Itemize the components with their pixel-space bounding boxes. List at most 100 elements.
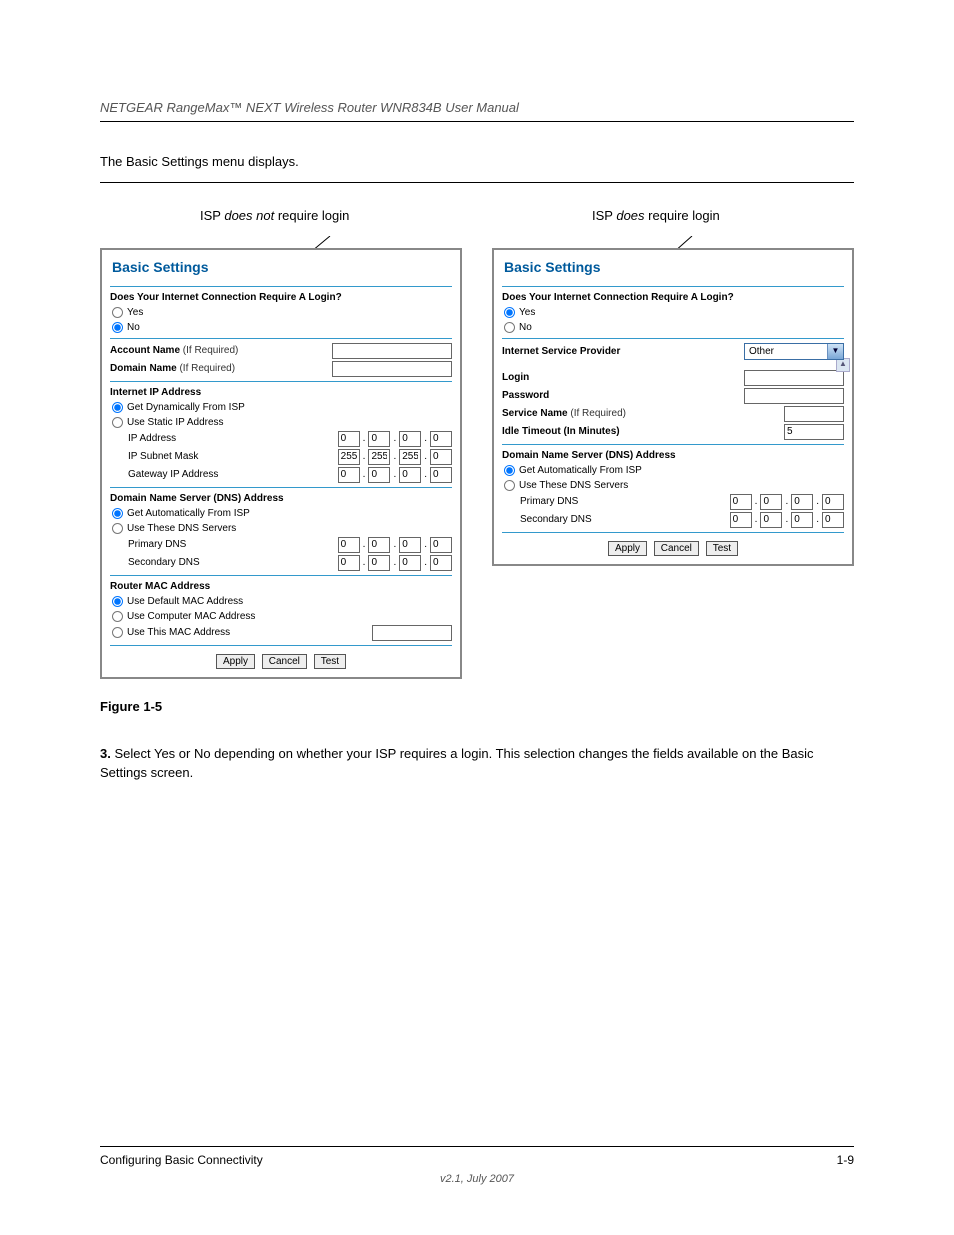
dns-auto-label: Get Automatically From ISP bbox=[127, 507, 250, 520]
pdns-oct2[interactable] bbox=[760, 494, 782, 510]
apply-button[interactable]: Apply bbox=[216, 654, 255, 669]
if-required-note: (If Required) bbox=[177, 363, 235, 374]
sdns-oct3[interactable] bbox=[791, 512, 813, 528]
pdns-oct3[interactable] bbox=[399, 537, 421, 553]
secondary-dns-label: Secondary DNS bbox=[520, 513, 730, 526]
step-3-text: 3. Select Yes or No depending on whether… bbox=[100, 744, 854, 783]
apply-button[interactable]: Apply bbox=[608, 541, 647, 556]
login-no-radio[interactable] bbox=[504, 322, 515, 333]
dns-manual-label: Use These DNS Servers bbox=[519, 479, 628, 492]
domain-name-label: Domain Name bbox=[110, 363, 177, 374]
dns-manual-radio[interactable] bbox=[112, 523, 123, 534]
footer-version: v2.1, July 2007 bbox=[100, 1173, 854, 1185]
idle-timeout-label: Idle Timeout (In Minutes) bbox=[502, 426, 620, 437]
footer-section-title: Configuring Basic Connectivity bbox=[100, 1153, 263, 1167]
mac-heading: Router MAC Address bbox=[110, 580, 452, 593]
cancel-button[interactable]: Cancel bbox=[262, 654, 307, 669]
mac-this-radio[interactable] bbox=[112, 627, 123, 638]
pdns-oct4[interactable] bbox=[430, 537, 452, 553]
login-question: Does Your Internet Connection Require A … bbox=[502, 291, 844, 304]
chevron-down-icon: ▼ bbox=[827, 344, 843, 359]
gw-oct2[interactable] bbox=[368, 467, 390, 483]
dns-heading: Domain Name Server (DNS) Address bbox=[110, 492, 452, 505]
panel-title: Basic Settings bbox=[112, 258, 208, 276]
mac-this-field[interactable] bbox=[372, 625, 452, 641]
login-label: Login bbox=[502, 372, 529, 383]
right-column-caption: ISP does require login bbox=[592, 208, 720, 223]
test-button[interactable]: Test bbox=[706, 541, 738, 556]
ip-address-label: IP Address bbox=[128, 432, 338, 445]
ip-dynamic-radio[interactable] bbox=[112, 402, 123, 413]
cancel-button[interactable]: Cancel bbox=[654, 541, 699, 556]
login-question: Does Your Internet Connection Require A … bbox=[110, 291, 452, 304]
service-name-field[interactable] bbox=[784, 406, 844, 422]
isp-select[interactable]: Other ▼ bbox=[744, 343, 844, 360]
dns-auto-radio[interactable] bbox=[112, 508, 123, 519]
intro-sentence: The Basic Settings menu displays. bbox=[100, 152, 854, 172]
test-button[interactable]: Test bbox=[314, 654, 346, 669]
mask-oct3[interactable] bbox=[399, 449, 421, 465]
login-yes-radio[interactable] bbox=[504, 307, 515, 318]
domain-name-field[interactable] bbox=[332, 361, 452, 377]
sdns-oct2[interactable] bbox=[760, 512, 782, 528]
login-no-label: No bbox=[519, 321, 532, 334]
pdns-oct2[interactable] bbox=[368, 537, 390, 553]
mac-this-label: Use This MAC Address bbox=[127, 626, 372, 639]
footer-page-number: 1-9 bbox=[837, 1153, 854, 1167]
pdns-oct3[interactable] bbox=[791, 494, 813, 510]
sdns-oct3[interactable] bbox=[399, 555, 421, 571]
sdns-oct4[interactable] bbox=[430, 555, 452, 571]
mac-computer-radio[interactable] bbox=[112, 611, 123, 622]
ip-oct1[interactable] bbox=[338, 431, 360, 447]
dns-manual-radio[interactable] bbox=[504, 480, 515, 491]
account-name-label: Account Name bbox=[110, 345, 180, 356]
gw-oct4[interactable] bbox=[430, 467, 452, 483]
pdns-oct1[interactable] bbox=[338, 537, 360, 553]
if-required-note: (If Required) bbox=[568, 408, 626, 419]
ip-oct3[interactable] bbox=[399, 431, 421, 447]
login-yes-label: Yes bbox=[519, 306, 535, 319]
isp-select-value: Other bbox=[745, 345, 827, 358]
gw-oct3[interactable] bbox=[399, 467, 421, 483]
login-no-radio[interactable] bbox=[112, 322, 123, 333]
sdns-oct1[interactable] bbox=[730, 512, 752, 528]
login-no-label: No bbox=[127, 321, 140, 334]
panel-title: Basic Settings bbox=[504, 258, 600, 276]
password-label: Password bbox=[502, 390, 549, 401]
sdns-oct2[interactable] bbox=[368, 555, 390, 571]
mac-computer-label: Use Computer MAC Address bbox=[127, 610, 255, 623]
login-yes-radio[interactable] bbox=[112, 307, 123, 318]
pdns-oct1[interactable] bbox=[730, 494, 752, 510]
login-field[interactable] bbox=[744, 370, 844, 386]
mask-oct2[interactable] bbox=[368, 449, 390, 465]
pdns-oct4[interactable] bbox=[822, 494, 844, 510]
subnet-label: IP Subnet Mask bbox=[128, 450, 338, 463]
mask-oct1[interactable] bbox=[338, 449, 360, 465]
basic-settings-panel-login: ▲ Basic Settings Does Your Internet Conn… bbox=[492, 248, 854, 566]
ip-static-label: Use Static IP Address bbox=[127, 416, 224, 429]
mac-default-radio[interactable] bbox=[112, 596, 123, 607]
gateway-label: Gateway IP Address bbox=[128, 468, 338, 481]
primary-dns-label: Primary DNS bbox=[128, 538, 338, 551]
dns-auto-radio[interactable] bbox=[504, 465, 515, 476]
gw-oct1[interactable] bbox=[338, 467, 360, 483]
idle-timeout-field[interactable] bbox=[784, 424, 844, 440]
sdns-oct4[interactable] bbox=[822, 512, 844, 528]
basic-settings-panel-no-login: Basic Settings Does Your Internet Connec… bbox=[100, 248, 462, 679]
primary-dns-label: Primary DNS bbox=[520, 495, 730, 508]
ip-oct2[interactable] bbox=[368, 431, 390, 447]
password-field[interactable] bbox=[744, 388, 844, 404]
internet-ip-heading: Internet IP Address bbox=[110, 386, 452, 399]
ip-static-radio[interactable] bbox=[112, 417, 123, 428]
dns-manual-label: Use These DNS Servers bbox=[127, 522, 236, 535]
mac-default-label: Use Default MAC Address bbox=[127, 595, 243, 608]
sdns-oct1[interactable] bbox=[338, 555, 360, 571]
dns-heading: Domain Name Server (DNS) Address bbox=[502, 449, 844, 462]
left-column-caption: ISP does not require login bbox=[200, 208, 349, 223]
account-name-field[interactable] bbox=[332, 343, 452, 359]
mask-oct4[interactable] bbox=[430, 449, 452, 465]
manual-title: NETGEAR RangeMax™ NEXT Wireless Router W… bbox=[100, 100, 854, 115]
ip-dynamic-label: Get Dynamically From ISP bbox=[127, 401, 245, 414]
ip-oct4[interactable] bbox=[430, 431, 452, 447]
service-name-label: Service Name bbox=[502, 408, 568, 419]
